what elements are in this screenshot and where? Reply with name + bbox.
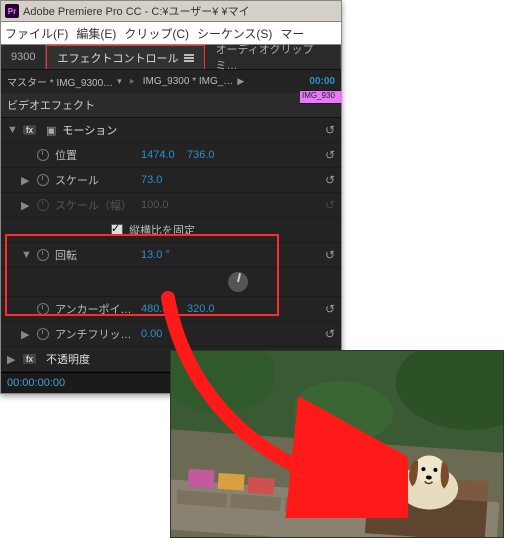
scale-label: スケール xyxy=(55,172,135,188)
position-x[interactable]: 1474.0 xyxy=(141,149,181,161)
lock-aspect-checkbox[interactable] xyxy=(111,224,123,236)
panel-menu-icon[interactable] xyxy=(184,54,194,62)
row-rotation: ▼ 回転 13.0 ° ↺ xyxy=(1,243,341,268)
stopwatch-icon xyxy=(37,199,49,211)
row-lock-aspect: 縦横比を固定 xyxy=(1,218,341,243)
app-window: Pr Adobe Premiere Pro CC - C:¥ユーザー¥ ¥マイ … xyxy=(0,0,342,394)
program-monitor-preview xyxy=(170,350,504,538)
stopwatch-icon[interactable] xyxy=(37,149,49,161)
row-rotation-dial xyxy=(1,268,341,297)
fx-badge: fx xyxy=(23,354,36,364)
disclosure-down-icon[interactable]: ▼ xyxy=(7,124,17,136)
scale-value[interactable]: 73.0 xyxy=(141,174,181,186)
tab-audio-clip[interactable]: オーディオクリップミ… xyxy=(205,45,341,69)
menu-marker[interactable]: マー xyxy=(280,25,304,42)
reset-icon[interactable]: ↺ xyxy=(325,302,335,316)
stopwatch-icon[interactable] xyxy=(37,174,49,186)
position-label: 位置 xyxy=(55,147,135,163)
clip-sequence-label[interactable]: IMG_9300 * IMG_… xyxy=(143,76,234,87)
anchor-label: アンカーポイ… xyxy=(55,301,135,317)
video-effects-header: ビデオエフェクト ⌃ xyxy=(1,93,341,118)
row-antiflicker: ▶ アンチフリッ… 0.00 ↺ xyxy=(1,322,341,347)
motion-label: モーション xyxy=(62,122,117,138)
rotation-label: 回転 xyxy=(55,247,135,263)
disclosure-right-icon[interactable]: ▶ xyxy=(21,174,31,187)
chevron-down-icon[interactable]: ▾ xyxy=(117,76,122,87)
stopwatch-icon[interactable] xyxy=(37,249,49,261)
menu-sequence[interactable]: シーケンス(S) xyxy=(197,25,272,42)
stopwatch-icon[interactable] xyxy=(37,328,49,340)
clip-header: マスター * IMG_9300… ▾ ▸ IMG_9300 * IMG_… ▶ … xyxy=(1,70,341,93)
anchor-x[interactable]: 480.0 xyxy=(141,303,181,315)
disclosure-right-icon: ▶ xyxy=(21,199,31,212)
scale-width-label: スケール（幅） xyxy=(55,197,135,213)
reset-icon[interactable]: ↺ xyxy=(325,173,335,187)
reset-icon[interactable]: ↺ xyxy=(325,248,335,262)
reset-icon: ↺ xyxy=(325,198,335,212)
menu-file[interactable]: ファイル(F) xyxy=(5,25,68,42)
titlebar: Pr Adobe Premiere Pro CC - C:¥ユーザー¥ ¥マイ xyxy=(1,1,341,22)
preview-svg xyxy=(171,351,503,537)
fx-badge: fx xyxy=(23,125,36,135)
tab-effect-controls[interactable]: エフェクトコントロール xyxy=(46,45,205,69)
panel-tabs: 9300 エフェクトコントロール オーディオクリップミ… xyxy=(1,45,341,70)
transform-box-icon: ▣ xyxy=(46,124,56,137)
position-y[interactable]: 736.0 xyxy=(187,149,227,161)
reset-icon[interactable]: ↺ xyxy=(325,327,335,341)
effect-controls-panel: ▼ fx ▣ モーション ↺ 位置 1474.0 736.0 ↺ ▶ スケール … xyxy=(1,118,341,372)
stopwatch-icon[interactable] xyxy=(37,303,49,315)
anchor-y[interactable]: 320.0 xyxy=(187,303,227,315)
motion-group[interactable]: ▼ fx ▣ モーション ↺ xyxy=(1,118,341,143)
lock-aspect-label: 縦横比を固定 xyxy=(129,222,195,238)
opacity-label: 不透明度 xyxy=(46,351,90,367)
clip-master-label[interactable]: マスター * IMG_9300… xyxy=(7,74,113,89)
tab-source[interactable]: 9300 xyxy=(1,45,46,69)
play-icon[interactable]: ▶ xyxy=(237,76,244,87)
timeline-zero: 00:00 xyxy=(309,76,335,87)
rotation-dial[interactable] xyxy=(227,271,249,293)
row-scale-width: ▶ スケール（幅） 100.0 ↺ xyxy=(1,193,341,218)
scale-width-value: 100.0 xyxy=(141,199,181,211)
row-anchor: アンカーポイ… 480.0 320.0 ↺ xyxy=(1,297,341,322)
disclosure-right-icon[interactable]: ▶ xyxy=(7,353,17,366)
timeline-clip[interactable]: IMG_930 xyxy=(300,91,342,103)
reset-icon[interactable]: ↺ xyxy=(325,123,335,137)
disclosure-down-icon[interactable]: ▼ xyxy=(21,249,31,261)
menu-edit[interactable]: 編集(E) xyxy=(76,25,116,42)
antiflicker-value[interactable]: 0.00 xyxy=(141,328,181,340)
row-position: 位置 1474.0 736.0 ↺ xyxy=(1,143,341,168)
menu-clip[interactable]: クリップ(C) xyxy=(124,25,189,42)
row-scale: ▶ スケール 73.0 ↺ xyxy=(1,168,341,193)
app-title: Adobe Premiere Pro CC - C:¥ユーザー¥ ¥マイ xyxy=(23,3,250,19)
reset-icon[interactable]: ↺ xyxy=(325,148,335,162)
timeline-strip[interactable]: IMG_930 xyxy=(300,90,340,104)
antiflicker-label: アンチフリッ… xyxy=(55,326,135,342)
disclosure-right-icon[interactable]: ▶ xyxy=(21,328,31,341)
app-icon: Pr xyxy=(5,4,19,18)
rotation-value[interactable]: 13.0 ° xyxy=(141,249,181,261)
